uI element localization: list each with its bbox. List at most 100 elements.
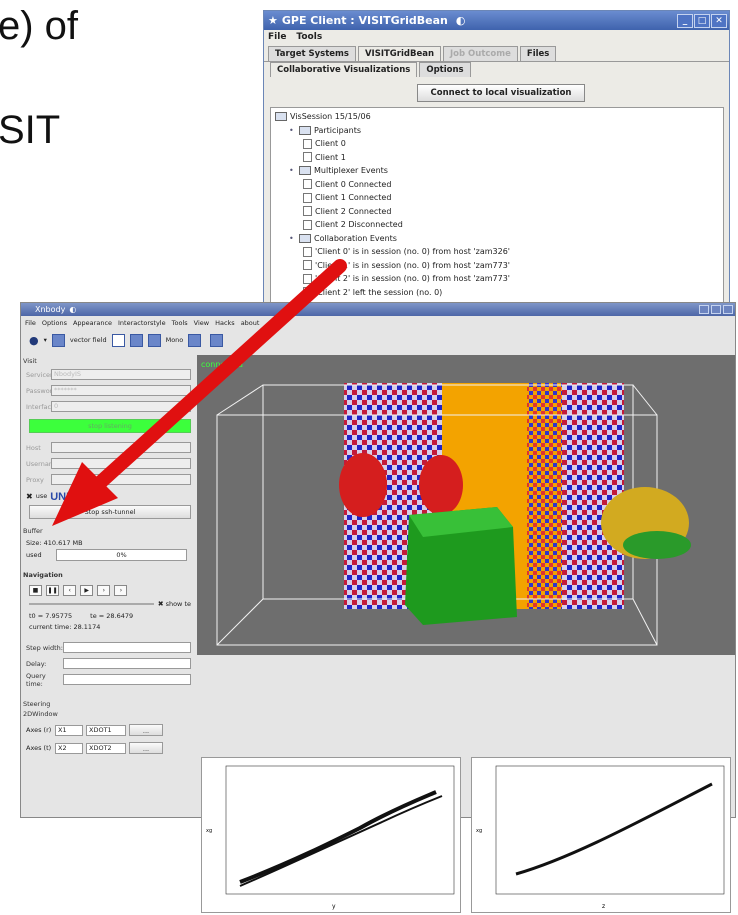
tab-target-systems[interactable]: Target Systems <box>268 46 356 61</box>
tab-visitgridbean[interactable]: VISITGridBean <box>357 46 441 61</box>
tab-options[interactable]: Options <box>419 62 471 77</box>
session-tree[interactable]: VisSession 15/15/06 • Participants Client 0… <box>270 107 724 311</box>
tree-node[interactable]: Client 1 Connected <box>271 191 723 205</box>
password-field[interactable]: ******* <box>51 385 191 396</box>
expand-toggle-icon[interactable]: • <box>289 166 299 175</box>
tree-node-label: 'Client 2' left the session (no. 0) <box>315 287 443 297</box>
3d-visualization-view[interactable]: connected <box>197 355 735 655</box>
frame-icon[interactable] <box>111 333 125 347</box>
pause-button[interactable]: ❚❚ <box>46 585 60 596</box>
view-alt-icon[interactable] <box>147 333 161 347</box>
menu-file[interactable]: File <box>25 319 36 327</box>
maximize-icon[interactable]: □ <box>694 13 710 28</box>
plot-left[interactable]: y xg <box>201 757 461 913</box>
color-wheel-icon[interactable]: ● <box>29 334 39 347</box>
menu-view[interactable]: View <box>194 319 209 327</box>
menu-file[interactable]: File <box>268 32 286 42</box>
view-icon[interactable] <box>129 333 143 347</box>
expand-toggle-icon[interactable]: • <box>289 234 299 243</box>
username-field[interactable] <box>51 458 191 469</box>
menu-appearance[interactable]: Appearance <box>73 319 112 327</box>
menu-interactorstyle[interactable]: Interactorstyle <box>118 319 166 327</box>
plot-1-xlabel: y <box>332 903 336 910</box>
mono-label[interactable]: Mono <box>166 336 184 344</box>
show-te-checkbox[interactable]: ✖ <box>158 600 164 608</box>
app-icon: ◐ <box>455 14 466 27</box>
close-icon[interactable] <box>723 305 733 314</box>
menu-tools[interactable]: Tools <box>296 32 322 42</box>
servicename-label: Servicename <box>26 370 69 379</box>
phase-trajectory-1b <box>239 795 443 887</box>
time-slider[interactable] <box>29 603 154 605</box>
menu-about[interactable]: about <box>241 319 260 327</box>
tree-node[interactable]: • Collaboration Events <box>271 232 723 246</box>
tree-node[interactable]: 'Client 2' is in session (no. 0) from ho… <box>271 272 723 286</box>
minimize-icon[interactable] <box>699 305 709 314</box>
tree-node[interactable]: Client 2 Disconnected <box>271 218 723 232</box>
axes-t-apply-button[interactable]: ... <box>129 742 163 754</box>
tab-job-outcome[interactable]: Job Outcome <box>443 46 518 61</box>
xnbody-toolbar: ● ▾ vector field Mono <box>21 329 735 351</box>
tree-node[interactable]: 'Client 1' is in session (no. 0) from ho… <box>271 259 723 273</box>
tree-node[interactable]: VisSession 15/15/06 <box>271 110 723 124</box>
tree-node[interactable]: 'Client 2' left the session (no. 0) <box>271 286 723 300</box>
fast-forward-button[interactable]: › <box>114 585 128 596</box>
stereo-icon[interactable] <box>188 333 202 347</box>
used-label: used <box>26 551 42 559</box>
tab-files[interactable]: Files <box>519 46 557 61</box>
delay-field[interactable] <box>63 658 191 669</box>
host-field[interactable] <box>51 442 191 453</box>
play-button[interactable]: ▶ <box>80 585 94 596</box>
axes-t-x-select[interactable]: X2 <box>55 742 83 754</box>
menu-options[interactable]: Options <box>42 319 67 327</box>
tree-node[interactable]: 'Client 0' is in session (no. 0) from ho… <box>271 245 723 259</box>
step-back-button[interactable]: ‹ <box>63 585 77 596</box>
stop-ssh-tunnel-button[interactable]: Stop ssh-tunnel <box>29 505 191 519</box>
tree-node[interactable]: • Multiplexer Events <box>271 164 723 178</box>
phase-plot-2: z xg <box>476 765 725 910</box>
plot-right[interactable]: z xg <box>471 757 731 913</box>
star-icon: ★ <box>268 14 278 27</box>
stop-button[interactable]: ■ <box>29 585 42 596</box>
tree-node[interactable]: Client 0 <box>271 137 723 151</box>
menu-hacks[interactable]: Hacks <box>215 319 235 327</box>
xnbody-titlebar: Xnbody ◐ <box>21 303 735 316</box>
tree-node-label: Client 1 <box>315 152 346 162</box>
servicename-field[interactable]: NbodyIS <box>51 369 191 380</box>
step-width-field[interactable] <box>63 642 191 653</box>
stop-listening-button[interactable]: stop listening <box>29 419 191 433</box>
tree-node[interactable]: Client 2 Connected <box>271 205 723 219</box>
step-forward-button[interactable]: › <box>97 585 111 596</box>
expand-toggle-icon[interactable]: • <box>289 126 299 135</box>
tree-node[interactable]: Client 0 Connected <box>271 178 723 192</box>
tab-collaborative-visualizations[interactable]: Collaborative Visualizations <box>270 62 418 77</box>
menu-tools[interactable]: Tools <box>172 319 188 327</box>
axes-r-y-select[interactable]: XDOT1 <box>86 724 126 736</box>
minimize-icon[interactable]: _ <box>677 13 693 28</box>
folder-icon <box>275 112 287 122</box>
maximize-icon[interactable] <box>711 305 721 314</box>
screenshot-icon[interactable] <box>210 333 224 347</box>
tree-node[interactable]: • Participants <box>271 124 723 138</box>
password-label: Password <box>26 386 57 395</box>
document-icon <box>303 206 312 217</box>
density-slice-right <box>562 383 622 609</box>
dropdown-icon[interactable]: ▾ <box>44 336 47 344</box>
visit-section-label: Visit <box>23 357 37 365</box>
buffer-used-value: 0% <box>116 551 127 559</box>
close-icon[interactable]: ✕ <box>711 13 727 28</box>
show-te-label: show te <box>165 600 191 608</box>
vector-field-icon[interactable] <box>51 333 65 347</box>
axes-r-x-select[interactable]: X1 <box>55 724 83 736</box>
interface-field[interactable]: 0 <box>51 401 191 412</box>
axes-t-y-select[interactable]: XDOT2 <box>86 742 126 754</box>
plot-2-ylabel: xg <box>476 828 482 834</box>
vector-field-label: vector field <box>69 336 107 344</box>
buffer-size: Size: 410.617 MB <box>26 539 83 547</box>
proxy-field[interactable] <box>51 474 191 485</box>
connect-button[interactable]: Connect to local visualization <box>417 84 585 102</box>
tree-node[interactable]: Client 1 <box>271 151 723 165</box>
use-checkbox[interactable]: ✖ <box>26 492 33 501</box>
query-time-field[interactable] <box>63 674 191 685</box>
axes-r-apply-button[interactable]: ... <box>129 724 163 736</box>
